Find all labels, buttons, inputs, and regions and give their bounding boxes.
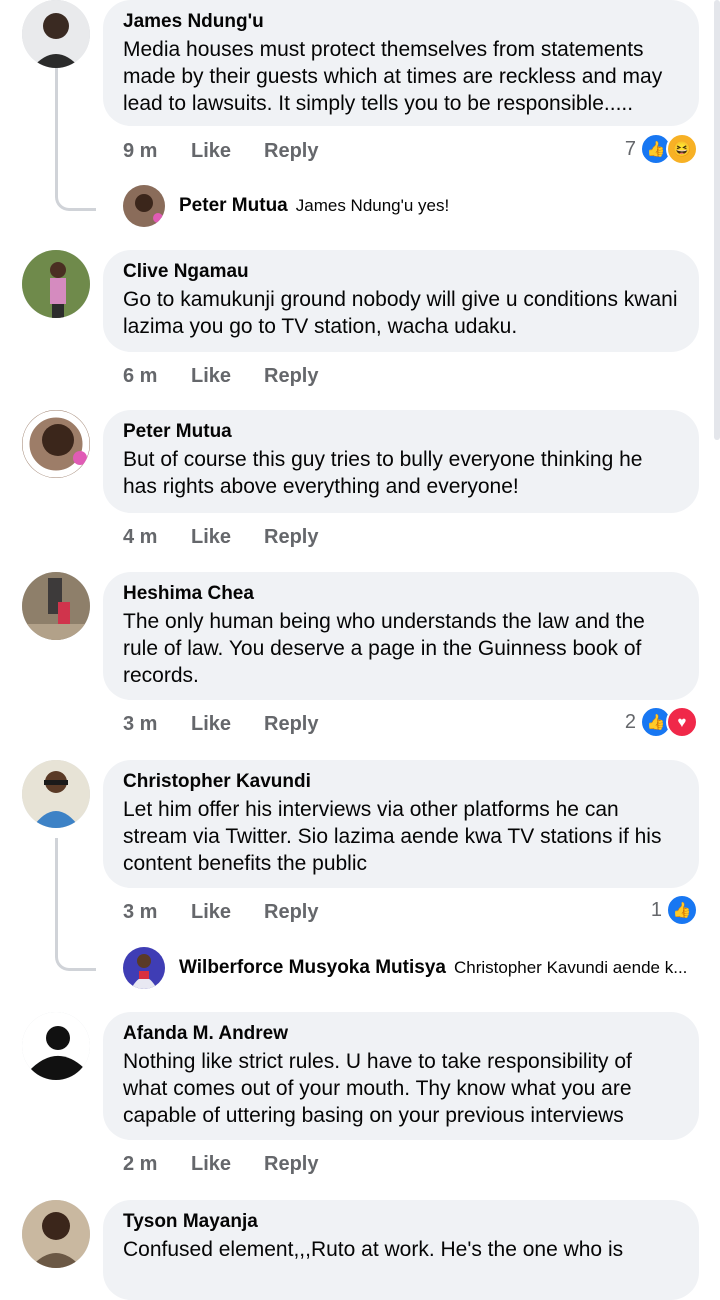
comment-author[interactable]: Christopher Kavundi <box>123 770 679 794</box>
comment-time[interactable]: 6 m <box>123 365 191 388</box>
reply-text: James Ndung'u yes! <box>295 196 450 215</box>
reaction-summary[interactable]: 2 👍 ♥ <box>624 706 698 738</box>
reaction-count: 2 <box>624 710 636 733</box>
comment-author[interactable]: Clive Ngamau <box>123 260 679 284</box>
like-button[interactable]: Like <box>191 526 264 549</box>
like-icon: 👍 <box>666 894 698 926</box>
avatar[interactable] <box>22 760 90 828</box>
comment-time[interactable]: 4 m <box>123 526 191 549</box>
comment-time[interactable]: 3 m <box>123 713 191 736</box>
reaction-summary[interactable]: 1 👍 <box>650 894 698 926</box>
like-button[interactable]: Like <box>191 901 264 924</box>
love-icon: ♥ <box>666 706 698 738</box>
comment-text: Let him offer his interviews via other p… <box>123 798 662 875</box>
reply-button[interactable]: Reply <box>264 140 318 163</box>
comment-text: Go to kamukunji ground nobody will give … <box>123 288 678 338</box>
haha-icon: 😆 <box>666 133 698 165</box>
avatar[interactable] <box>22 250 90 318</box>
avatar[interactable] <box>22 572 90 640</box>
comment-actions: 2 m Like Reply <box>123 1150 318 1178</box>
comment-text: But of course this guy tries to bully ev… <box>123 448 643 498</box>
reaction-summary[interactable]: 7 👍 😆 <box>624 133 698 165</box>
comment-bubble: Peter Mutua But of course this guy tries… <box>103 410 699 513</box>
thread-line <box>55 68 96 211</box>
comment-actions: 6 m Like Reply <box>123 362 318 390</box>
avatar[interactable] <box>22 410 90 478</box>
comment-time[interactable]: 2 m <box>123 1153 191 1176</box>
comment-actions: 3 m Like Reply <box>123 898 318 926</box>
like-button[interactable]: Like <box>191 365 264 388</box>
reply-author[interactable]: Wilberforce Musyoka Mutisya <box>179 957 446 979</box>
comment-actions: 4 m Like Reply <box>123 523 318 551</box>
reply-button[interactable]: Reply <box>264 526 318 549</box>
avatar[interactable] <box>22 1012 90 1080</box>
avatar[interactable] <box>123 947 165 989</box>
comment-text: Nothing like strict rules. U have to tak… <box>123 1050 632 1127</box>
comment-text: Media houses must protect themselves fro… <box>123 38 663 115</box>
comment-time[interactable]: 3 m <box>123 901 191 924</box>
comment-bubble: Heshima Chea The only human being who un… <box>103 572 699 700</box>
like-button[interactable]: Like <box>191 140 264 163</box>
reaction-count: 7 <box>624 137 636 160</box>
reply-button[interactable]: Reply <box>264 365 318 388</box>
comment-author[interactable]: Heshima Chea <box>123 582 679 606</box>
comment-bubble: James Ndung'u Media houses must protect … <box>103 0 699 126</box>
comment-bubble: Clive Ngamau Go to kamukunji ground nobo… <box>103 250 699 352</box>
reply-button[interactable]: Reply <box>264 1153 318 1176</box>
comment-author[interactable]: Afanda M. Andrew <box>123 1022 679 1046</box>
comment-author[interactable]: Peter Mutua <box>123 420 679 444</box>
avatar[interactable] <box>22 1200 90 1268</box>
comment-actions: 3 m Like Reply <box>123 710 318 738</box>
avatar[interactable] <box>123 185 165 227</box>
comment-actions: 9 m Like Reply <box>123 137 318 165</box>
reply-preview[interactable]: Peter Mutua James Ndung'u yes! <box>123 184 449 228</box>
comment-time[interactable]: 9 m <box>123 140 191 163</box>
reply-button[interactable]: Reply <box>264 713 318 736</box>
reply-text: Christopher Kavundi aende k... <box>453 958 688 977</box>
like-button[interactable]: Like <box>191 713 264 736</box>
comment-bubble: Afanda M. Andrew Nothing like strict rul… <box>103 1012 699 1140</box>
reply-button[interactable]: Reply <box>264 901 318 924</box>
comment-author[interactable]: Tyson Mayanja <box>123 1210 679 1234</box>
comment-bubble: Tyson Mayanja Confused element,,,Ruto at… <box>103 1200 699 1300</box>
comment-bubble: Christopher Kavundi Let him offer his in… <box>103 760 699 888</box>
reply-preview[interactable]: Wilberforce Musyoka Mutisya Christopher … <box>123 946 687 990</box>
comment-author[interactable]: James Ndung'u <box>123 10 679 34</box>
reaction-count: 1 <box>650 898 662 921</box>
comment-text: The only human being who understands the… <box>123 610 645 687</box>
like-button[interactable]: Like <box>191 1153 264 1176</box>
avatar[interactable] <box>22 0 90 68</box>
thread-line <box>55 838 96 971</box>
reply-author[interactable]: Peter Mutua <box>179 195 288 217</box>
comment-text: Confused element,,,Ruto at work. He's th… <box>123 1238 624 1261</box>
scrollbar[interactable] <box>714 0 720 440</box>
